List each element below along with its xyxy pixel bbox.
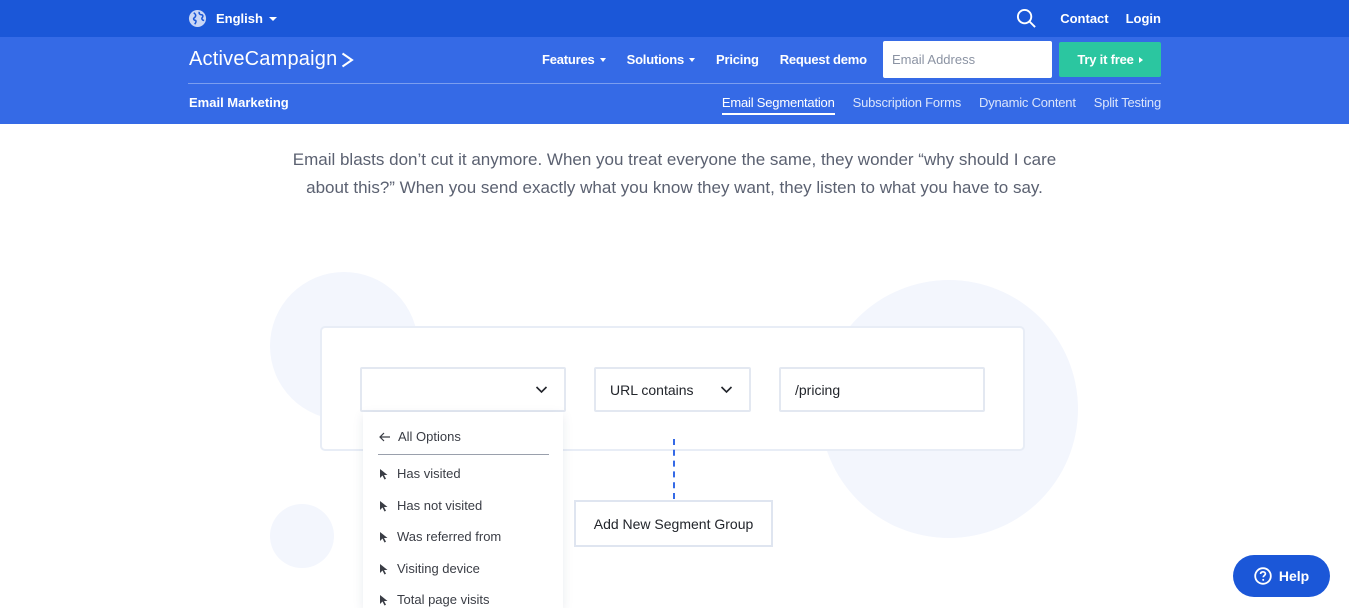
all-options-back[interactable]: All Options	[379, 429, 461, 444]
tab-split-testing[interactable]: Split Testing	[1094, 95, 1161, 115]
nav-item-label: Features	[542, 52, 595, 67]
cursor-pointer-icon	[380, 563, 388, 574]
nav-item-request-demo[interactable]: Request demo	[780, 52, 867, 67]
question-circle-icon	[1254, 567, 1272, 585]
caret-right-icon	[1138, 56, 1143, 63]
logo-chevron-icon	[342, 52, 355, 67]
globe-icon	[188, 9, 207, 28]
main-navigation: ActiveCampaign Features Solutions Pricin…	[0, 37, 1349, 124]
tab-dynamic-content[interactable]: Dynamic Content	[979, 95, 1076, 115]
connector-line	[673, 439, 675, 499]
option-total-page-visits[interactable]: Total page visits	[379, 592, 490, 607]
contact-link[interactable]: Contact	[1060, 11, 1108, 26]
intro-paragraph: Email blasts don’t cut it anymore. When …	[292, 150, 1057, 197]
caret-down-icon	[689, 57, 696, 62]
option-label: Was referred from	[397, 529, 502, 544]
add-segment-group-button[interactable]: Add New Segment Group	[574, 500, 773, 547]
condition-value-input[interactable]: /pricing	[779, 367, 985, 412]
cursor-pointer-icon	[380, 531, 388, 542]
option-has-visited[interactable]: Has visited	[379, 466, 461, 481]
help-label: Help	[1278, 568, 1310, 584]
logo[interactable]: ActiveCampaign	[189, 48, 355, 71]
section-title[interactable]: Email Marketing	[189, 95, 289, 110]
dropdown-divider	[378, 454, 549, 455]
language-label: English	[216, 11, 263, 26]
all-options-label: All Options	[398, 429, 461, 444]
email-address-input[interactable]	[883, 41, 1052, 78]
option-was-referred-from[interactable]: Was referred from	[379, 529, 501, 544]
nav-links: Features Solutions Pricing Request demo	[542, 52, 888, 67]
cursor-pointer-icon	[380, 500, 388, 511]
chevron-down-icon	[720, 386, 733, 394]
try-it-free-button[interactable]: Try it free	[1059, 42, 1161, 77]
cursor-pointer-icon	[380, 468, 388, 479]
tab-subscription-forms[interactable]: Subscription Forms	[853, 95, 962, 115]
caret-down-icon	[268, 16, 277, 21]
condition-operator-value: URL contains	[610, 381, 694, 398]
condition-field-dropdown: All Options Has visited Has not visited …	[363, 412, 563, 608]
search-icon[interactable]	[1016, 8, 1037, 29]
login-link[interactable]: Login	[1126, 11, 1161, 26]
nav-item-label: Solutions	[626, 52, 685, 67]
option-label: Visiting device	[397, 561, 480, 576]
top-right-links: Contact Login	[1016, 8, 1161, 29]
nav-divider	[188, 83, 1161, 84]
cursor-pointer-icon	[380, 594, 388, 605]
language-selector[interactable]: English	[188, 9, 277, 28]
tab-email-segmentation[interactable]: Email Segmentation	[721, 95, 835, 115]
subnav-tabs: Email Segmentation Subscription Forms Dy…	[704, 95, 1161, 115]
arrow-left-icon	[379, 432, 390, 441]
condition-field-select[interactable]	[360, 367, 566, 412]
top-utility-bar: English Contact Login	[0, 0, 1349, 37]
caret-down-icon	[599, 57, 606, 62]
option-visiting-device[interactable]: Visiting device	[379, 561, 480, 576]
logo-text: ActiveCampaign	[189, 48, 338, 70]
nav-item-label: Pricing	[716, 52, 759, 67]
condition-value-text: /pricing	[795, 381, 841, 398]
nav-item-solutions[interactable]: Solutions	[626, 52, 696, 67]
nav-item-pricing[interactable]: Pricing	[716, 52, 759, 67]
try-it-free-label: Try it free	[1077, 52, 1134, 67]
nav-item-label: Request demo	[779, 52, 867, 67]
option-label: Has visited	[397, 466, 461, 481]
nav-item-features[interactable]: Features	[542, 52, 606, 67]
option-label: Total page visits	[397, 592, 490, 607]
help-button[interactable]: Help	[1233, 555, 1330, 597]
option-label: Has not visited	[397, 498, 483, 513]
chevron-down-icon	[535, 386, 548, 394]
option-has-not-visited[interactable]: Has not visited	[379, 498, 482, 513]
condition-operator-select[interactable]: URL contains	[594, 367, 751, 412]
decorative-circle	[270, 504, 334, 568]
